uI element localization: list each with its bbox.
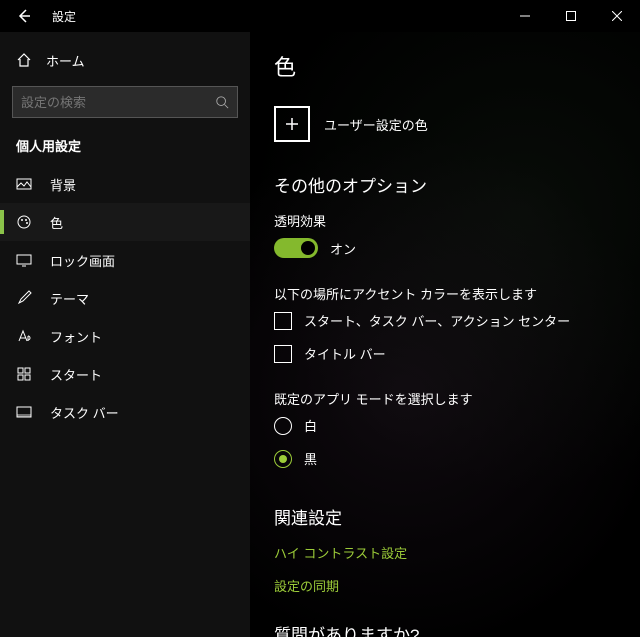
app-mode-option-dark[interactable]: 黒 <box>274 449 616 468</box>
font-icon <box>16 328 32 344</box>
start-icon <box>16 366 32 382</box>
checkbox-icon <box>274 312 292 330</box>
palette-icon <box>16 214 32 230</box>
checkbox-label: スタート、タスク バー、アクション センター <box>304 311 570 330</box>
help-heading: 質問がありますか? <box>274 621 616 637</box>
app-mode-option-light[interactable]: 白 <box>274 416 616 435</box>
search-icon <box>215 95 229 109</box>
close-button[interactable] <box>594 0 640 32</box>
sidebar-item-label: テーマ <box>50 289 89 308</box>
transparency-label: 透明効果 <box>274 211 616 230</box>
sidebar-item-fonts[interactable]: フォント <box>0 317 250 355</box>
maximize-icon <box>566 11 576 21</box>
radio-label: 黒 <box>304 449 317 468</box>
other-options-heading: その他のオプション <box>274 172 616 197</box>
sidebar-item-label: タスク バー <box>50 403 119 422</box>
checkbox-icon <box>274 345 292 363</box>
related-heading: 関連設定 <box>274 504 616 529</box>
search-box[interactable] <box>12 86 238 118</box>
search-input[interactable] <box>21 95 215 110</box>
close-icon <box>612 11 622 21</box>
accent-check-start-taskbar[interactable]: スタート、タスク バー、アクション センター <box>274 311 616 330</box>
sidebar-item-label: スタート <box>50 365 102 384</box>
window-title: 設定 <box>52 8 76 25</box>
transparency-state: オン <box>330 239 356 258</box>
link-high-contrast[interactable]: ハイ コントラスト設定 <box>274 543 616 562</box>
checkbox-label: タイトル バー <box>304 344 386 363</box>
accent-check-titlebar[interactable]: タイトル バー <box>274 344 616 363</box>
home-button[interactable]: ホーム <box>0 40 250 80</box>
sidebar-item-background[interactable]: 背景 <box>0 165 250 203</box>
home-icon <box>16 52 32 68</box>
sidebar-item-lockscreen[interactable]: ロック画面 <box>0 241 250 279</box>
minimize-button[interactable] <box>502 0 548 32</box>
sidebar-item-themes[interactable]: テーマ <box>0 279 250 317</box>
custom-color-label: ユーザー設定の色 <box>324 115 428 134</box>
sidebar-section-heading: 個人用設定 <box>0 128 250 165</box>
plus-icon <box>284 116 300 132</box>
transparency-toggle[interactable] <box>274 238 318 258</box>
picture-icon <box>16 176 32 192</box>
back-button[interactable] <box>8 8 40 24</box>
titlebar: 設定 <box>0 0 640 32</box>
custom-color-button[interactable] <box>274 106 310 142</box>
sidebar-item-label: 背景 <box>50 175 76 194</box>
sidebar: ホーム 個人用設定 背景 色 ロック画面 <box>0 32 250 637</box>
sidebar-item-taskbar[interactable]: タスク バー <box>0 393 250 431</box>
maximize-button[interactable] <box>548 0 594 32</box>
sidebar-item-colors[interactable]: 色 <box>0 203 250 241</box>
page-title: 色 <box>274 50 616 82</box>
sidebar-item-label: ロック画面 <box>50 251 115 270</box>
sidebar-item-start[interactable]: スタート <box>0 355 250 393</box>
taskbar-icon <box>16 404 32 420</box>
monitor-icon <box>16 252 32 268</box>
link-sync-settings[interactable]: 設定の同期 <box>274 576 616 595</box>
brush-icon <box>16 290 32 306</box>
home-label: ホーム <box>46 51 85 70</box>
arrow-left-icon <box>16 8 32 24</box>
sidebar-item-label: フォント <box>50 327 102 346</box>
minimize-icon <box>520 11 530 21</box>
sidebar-item-label: 色 <box>50 213 63 232</box>
app-mode-heading: 既定のアプリ モードを選択します <box>274 389 616 408</box>
accent-surfaces-heading: 以下の場所にアクセント カラーを表示します <box>274 284 616 303</box>
main-content: 色 ユーザー設定の色 その他のオプション 透明効果 オン 以下の場所にアクセント… <box>250 32 640 637</box>
radio-icon <box>274 417 292 435</box>
radio-label: 白 <box>304 416 317 435</box>
radio-icon <box>274 450 292 468</box>
